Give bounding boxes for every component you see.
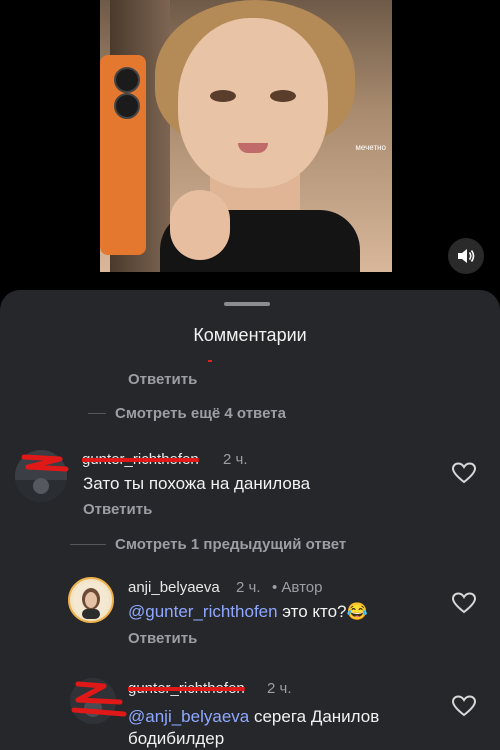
red-mark (208, 360, 212, 362)
redaction-scribble (71, 681, 127, 717)
divider-line (70, 544, 106, 545)
reply-button[interactable]: Ответить (83, 501, 152, 518)
video-hand (170, 190, 230, 260)
reply-body: серега Данилов (249, 707, 380, 726)
phone-camera (114, 67, 140, 93)
redaction-scribble (21, 454, 69, 472)
sound-toggle-button[interactable] (448, 238, 484, 274)
divider-line (88, 413, 106, 414)
video-eye (210, 90, 236, 102)
video-watermark: мечетно (355, 143, 386, 152)
comment-username[interactable]: gunter_richthofen (82, 451, 199, 468)
author-badge: • Автор (272, 579, 323, 596)
video-face (178, 18, 328, 188)
reply-username[interactable]: gunter_richthofen (128, 680, 245, 697)
like-heart-icon[interactable] (452, 695, 476, 717)
reply-text: @gunter_richthofen это кто?😂 (128, 601, 368, 623)
reply-button[interactable]: Ответить (128, 371, 197, 388)
reply-username[interactable]: anji_belyaeva (128, 579, 220, 596)
video-eye (270, 90, 296, 102)
reply-button[interactable]: Ответить (128, 630, 197, 647)
view-more-replies-button[interactable]: Смотреть ещё 4 ответа (115, 405, 286, 422)
reply-body: это кто? (277, 602, 347, 621)
laughing-emoji: 😂 (346, 602, 368, 621)
like-heart-icon[interactable] (452, 592, 476, 614)
comment-text: Зато ты похожа на данилова (83, 474, 311, 493)
phone-in-video (100, 55, 146, 255)
phone-camera (114, 93, 140, 119)
view-previous-reply-button[interactable]: Смотреть 1 предыдущий ответ (115, 536, 346, 553)
video-mouth (238, 143, 268, 153)
reply-text-line2: бодибилдер (128, 729, 225, 748)
avatar[interactable] (68, 577, 114, 623)
video-frame[interactable]: мечетно (100, 0, 392, 272)
reply-time: 2 ч. (267, 680, 292, 697)
mention-link[interactable]: @gunter_richthofen (128, 602, 278, 621)
speaker-icon (458, 249, 475, 263)
drag-handle[interactable] (224, 302, 270, 306)
like-heart-icon[interactable] (452, 462, 476, 484)
avatar-image (73, 582, 109, 619)
reply-text: @anji_belyaeva серега Данилов (128, 706, 379, 728)
comments-sheet: Комментарии Ответить Смотреть ещё 4 отве… (0, 290, 500, 750)
video-area[interactable]: мечетно (0, 0, 500, 290)
reply-time: 2 ч. (236, 579, 261, 596)
comments-title: Комментарии (193, 325, 307, 345)
comment-time: 2 ч. (223, 451, 248, 468)
mention-link[interactable]: @anji_belyaeva (128, 707, 249, 726)
